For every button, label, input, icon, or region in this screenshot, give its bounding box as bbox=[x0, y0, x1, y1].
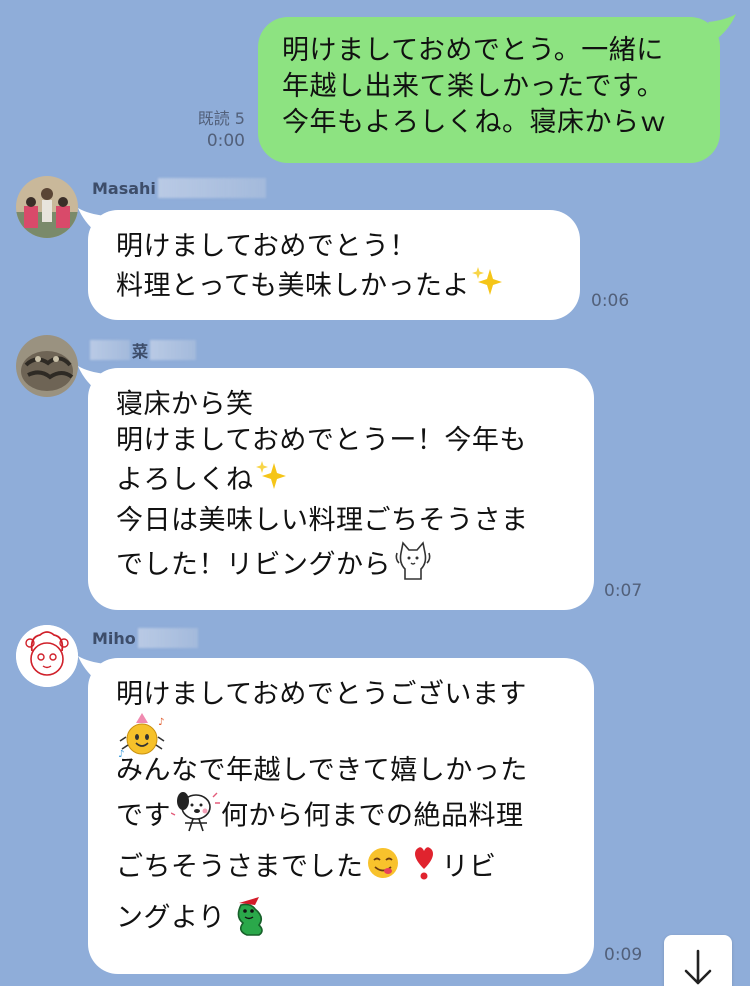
message-line: 今日は美味しい料理ごちそうさま bbox=[116, 505, 529, 536]
sparkles-icon bbox=[470, 265, 504, 309]
message-line-text: よろしくね bbox=[116, 464, 254, 496]
sender-name: 菜 bbox=[90, 338, 197, 362]
received-message-bubble[interactable]: 明けましておめでとう！ 料理とっても美味しかったよ bbox=[88, 210, 580, 320]
worm-sticker-icon bbox=[225, 891, 273, 947]
yum-face-icon bbox=[364, 846, 402, 890]
message-line-text: リビ bbox=[441, 851, 497, 883]
message-line-with-emoji: よろしくね bbox=[116, 459, 566, 503]
sparkles-icon bbox=[254, 459, 288, 503]
arrow-down-icon bbox=[684, 949, 712, 985]
avatar-masahi[interactable] bbox=[16, 176, 78, 238]
redacted-name bbox=[150, 340, 197, 360]
message-line-text: 料理とっても美味しかったよ bbox=[116, 270, 470, 302]
message-line: 年越し出来て楽しかったです。 bbox=[282, 71, 665, 102]
message-line: 寝床から笑 bbox=[116, 389, 254, 420]
message-line: みんなで年越しできて嬉しかった bbox=[116, 755, 528, 786]
bubble-tail bbox=[708, 14, 736, 38]
bubble-tail bbox=[78, 656, 106, 680]
bubble-tail bbox=[78, 208, 106, 232]
message-line-with-emoji: ングより bbox=[116, 891, 566, 947]
svg-text:♪: ♪ bbox=[158, 717, 165, 728]
message-line: 明けましておめでとうございます bbox=[116, 679, 527, 710]
message-line: 今年もよろしくね。寝床からｗ bbox=[282, 107, 667, 138]
message-line-text: でした！リビングから bbox=[116, 549, 391, 581]
message-line-with-emoji: 料理とっても美味しかったよ bbox=[116, 265, 552, 309]
dog-sticker-icon bbox=[170, 789, 221, 845]
message-line-text: ングより bbox=[116, 902, 226, 934]
message-line: 明けましておめでとう！ bbox=[116, 231, 417, 262]
message-line: 明けましておめでとうー！今年も bbox=[116, 425, 527, 456]
redacted-name bbox=[157, 178, 266, 198]
message-line-text: ごちそうさまでした bbox=[116, 851, 364, 883]
message-line-sticker: ♪ ♪ bbox=[116, 713, 566, 760]
scroll-to-bottom-button[interactable] bbox=[664, 935, 732, 986]
avatar-miho[interactable] bbox=[16, 625, 78, 687]
message-line-with-emoji: ごちそうさまでした リビ bbox=[116, 845, 566, 891]
cat-sticker-icon bbox=[391, 539, 435, 593]
message-line-with-emoji: でした！リビングから bbox=[116, 539, 566, 593]
redacted-name bbox=[137, 628, 198, 648]
message-time: 0:09 bbox=[604, 945, 643, 965]
read-receipt: 既読 5 0:00 bbox=[150, 108, 245, 152]
message-line-text: 何から何までの絶品料理 bbox=[221, 800, 524, 832]
received-message-bubble[interactable]: 明けましておめでとうございます ♪ ♪ みんなで年越しできて嬉しかった です 何… bbox=[88, 658, 594, 974]
my-message-bubble[interactable]: 明けましておめでとう。一緒に 年越し出来て楽しかったです。 今年もよろしくね。寝… bbox=[258, 17, 720, 163]
redacted-name bbox=[90, 340, 130, 360]
sender-name: Masahi bbox=[92, 178, 266, 198]
message-time: 0:00 bbox=[206, 131, 245, 151]
message-line: 明けましておめでとう。一緒に bbox=[282, 35, 664, 66]
message-line-text: です bbox=[116, 800, 171, 832]
sender-name: Miho bbox=[92, 628, 198, 648]
message-time: 0:07 bbox=[604, 581, 643, 601]
received-message-bubble[interactable]: 寝床から笑 明けましておめでとうー！今年も よろしくね 今日は美味しい料理ごちそ… bbox=[88, 368, 594, 610]
message-line-with-emoji: です 何から何までの絶品料理 bbox=[116, 789, 566, 845]
message-time: 0:06 bbox=[591, 291, 630, 311]
heart-exclamation-icon bbox=[412, 845, 436, 891]
bubble-tail bbox=[78, 366, 106, 390]
avatar-na[interactable] bbox=[16, 335, 78, 397]
read-status: 既読 5 bbox=[197, 109, 245, 128]
